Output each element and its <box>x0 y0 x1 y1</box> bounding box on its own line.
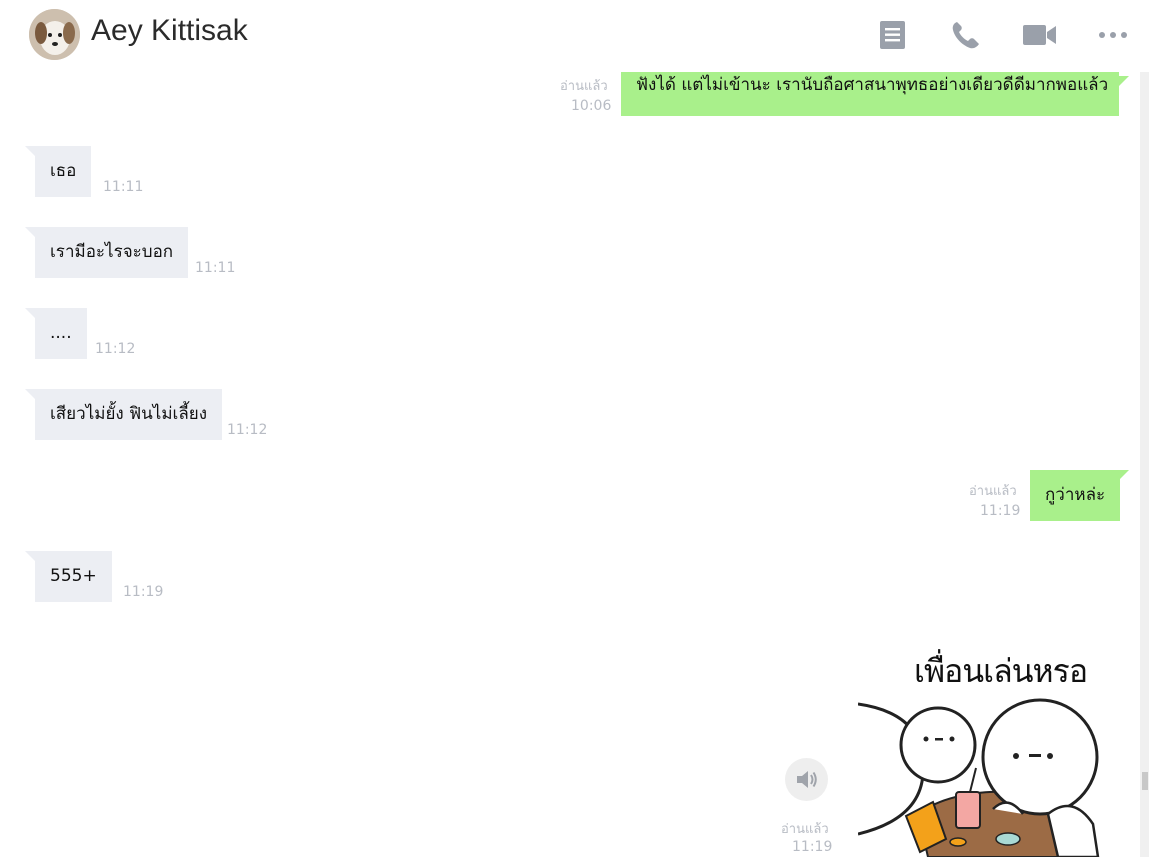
message-bubble[interactable]: เรามีอะไรจะบอก <box>35 227 189 278</box>
more-icon[interactable] <box>1094 18 1132 52</box>
message-bubble[interactable]: กูว่าหล่ะ <box>1030 470 1121 521</box>
message-time: 10:06 <box>571 98 612 114</box>
read-receipt: อ่านแล้ว <box>781 822 829 837</box>
message-time: 11:11 <box>195 260 236 276</box>
message-bubble[interactable]: ฟังได้ แต่ไม่เข้านะ เรานับถือศาสนาพุทธอย… <box>621 72 1119 116</box>
bubble-tail <box>25 227 35 237</box>
message-bubble[interactable]: เสียวไม่ยั้ง ฟินไม่เลี้ยง <box>35 389 223 440</box>
sticker-sound-button[interactable] <box>785 758 828 801</box>
contact-name: Aey Kittisak <box>91 14 248 47</box>
chat-scrollbar[interactable] <box>1140 72 1149 857</box>
phone-icon[interactable] <box>948 18 984 52</box>
read-receipt: อ่านแล้ว <box>560 79 608 94</box>
bubble-tail <box>25 551 35 561</box>
chat-header: Aey Kittisak <box>0 0 1149 72</box>
message-list[interactable]: ฟังได้ แต่ไม่เข้านะ เรานับถือศาสนาพุทธอย… <box>0 72 1140 857</box>
scrollbar-thumb[interactable] <box>1142 772 1148 790</box>
message-bubble[interactable]: .... <box>35 308 87 359</box>
message-time: 11:12 <box>95 341 136 357</box>
message-time: 11:19 <box>123 584 164 600</box>
bubble-tail <box>25 308 35 318</box>
message-bubble[interactable]: 555+ <box>35 551 112 602</box>
read-receipt: อ่านแล้ว <box>969 484 1017 499</box>
message-time: 11:11 <box>103 179 144 195</box>
sticker-image[interactable]: เพื่อนเล่นหรอ <box>858 644 1108 857</box>
bubble-tail <box>1119 76 1129 86</box>
message-time: 11:12 <box>227 422 268 438</box>
bubble-tail <box>25 389 35 399</box>
video-call-icon[interactable] <box>1020 18 1060 52</box>
message-time: 11:19 <box>980 503 1021 519</box>
message-bubble[interactable]: เธอ <box>35 146 92 197</box>
notes-icon[interactable] <box>876 18 910 52</box>
bubble-tail <box>1119 470 1129 480</box>
message-time: 11:19 <box>792 839 833 855</box>
bubble-tail <box>25 146 35 156</box>
avatar[interactable] <box>29 9 80 60</box>
chat-window: Aey Kittisak ฟังได้ แต่ไม่เข้านะ เรานับถ… <box>0 0 1149 857</box>
